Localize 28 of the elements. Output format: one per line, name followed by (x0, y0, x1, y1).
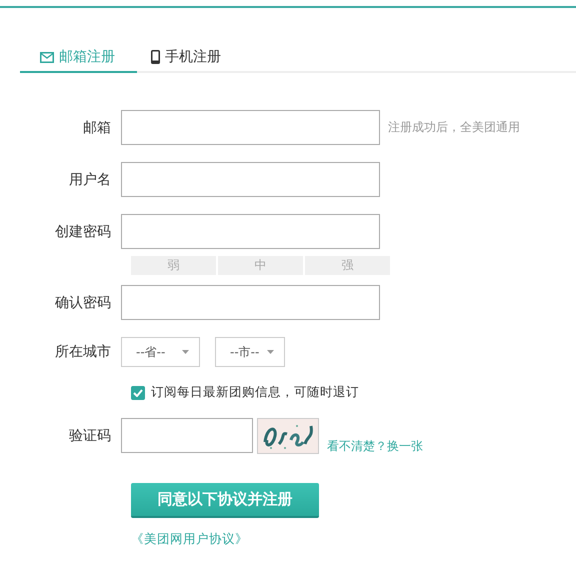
checkbox[interactable] (131, 386, 145, 400)
caret-icon (267, 350, 274, 354)
field-label: 所在城市 (54, 343, 112, 361)
phone-icon (151, 50, 160, 64)
dropdown[interactable]: --市-- (215, 337, 285, 367)
input-field[interactable] (121, 110, 380, 145)
submit-button[interactable]: 同意以下协议并注册 (131, 483, 319, 518)
dropdown[interactable]: --省-- (121, 337, 200, 367)
checkbox-label: 订阅每日最新团购信息，可随时退订 (151, 384, 359, 401)
field-label: 邮箱 (82, 118, 112, 136)
field-label: 验证码 (68, 427, 112, 445)
input-field[interactable] (121, 418, 253, 453)
field-label: 用户名 (68, 170, 112, 188)
strength-segment: 中 (218, 256, 303, 275)
tab[interactable]: 手机注册 (137, 43, 241, 73)
strength-segment: 强 (305, 256, 390, 275)
refresh-link[interactable]: 看不清楚？换一张 (327, 438, 423, 455)
caret-icon (182, 350, 189, 354)
mail-icon (40, 52, 54, 62)
hint-text: 注册成功后，全美团通用 (388, 119, 520, 136)
tab[interactable]: 邮箱注册 (20, 43, 137, 73)
input-field[interactable] (121, 285, 380, 320)
strength-segment: 弱 (131, 256, 216, 275)
field-label: 创建密码 (54, 222, 112, 240)
input-field[interactable] (121, 214, 380, 249)
input-field[interactable] (121, 162, 380, 197)
field-label: 确认密码 (54, 294, 112, 312)
agreement-link[interactable]: 《美团网用户协议》 (131, 531, 576, 548)
